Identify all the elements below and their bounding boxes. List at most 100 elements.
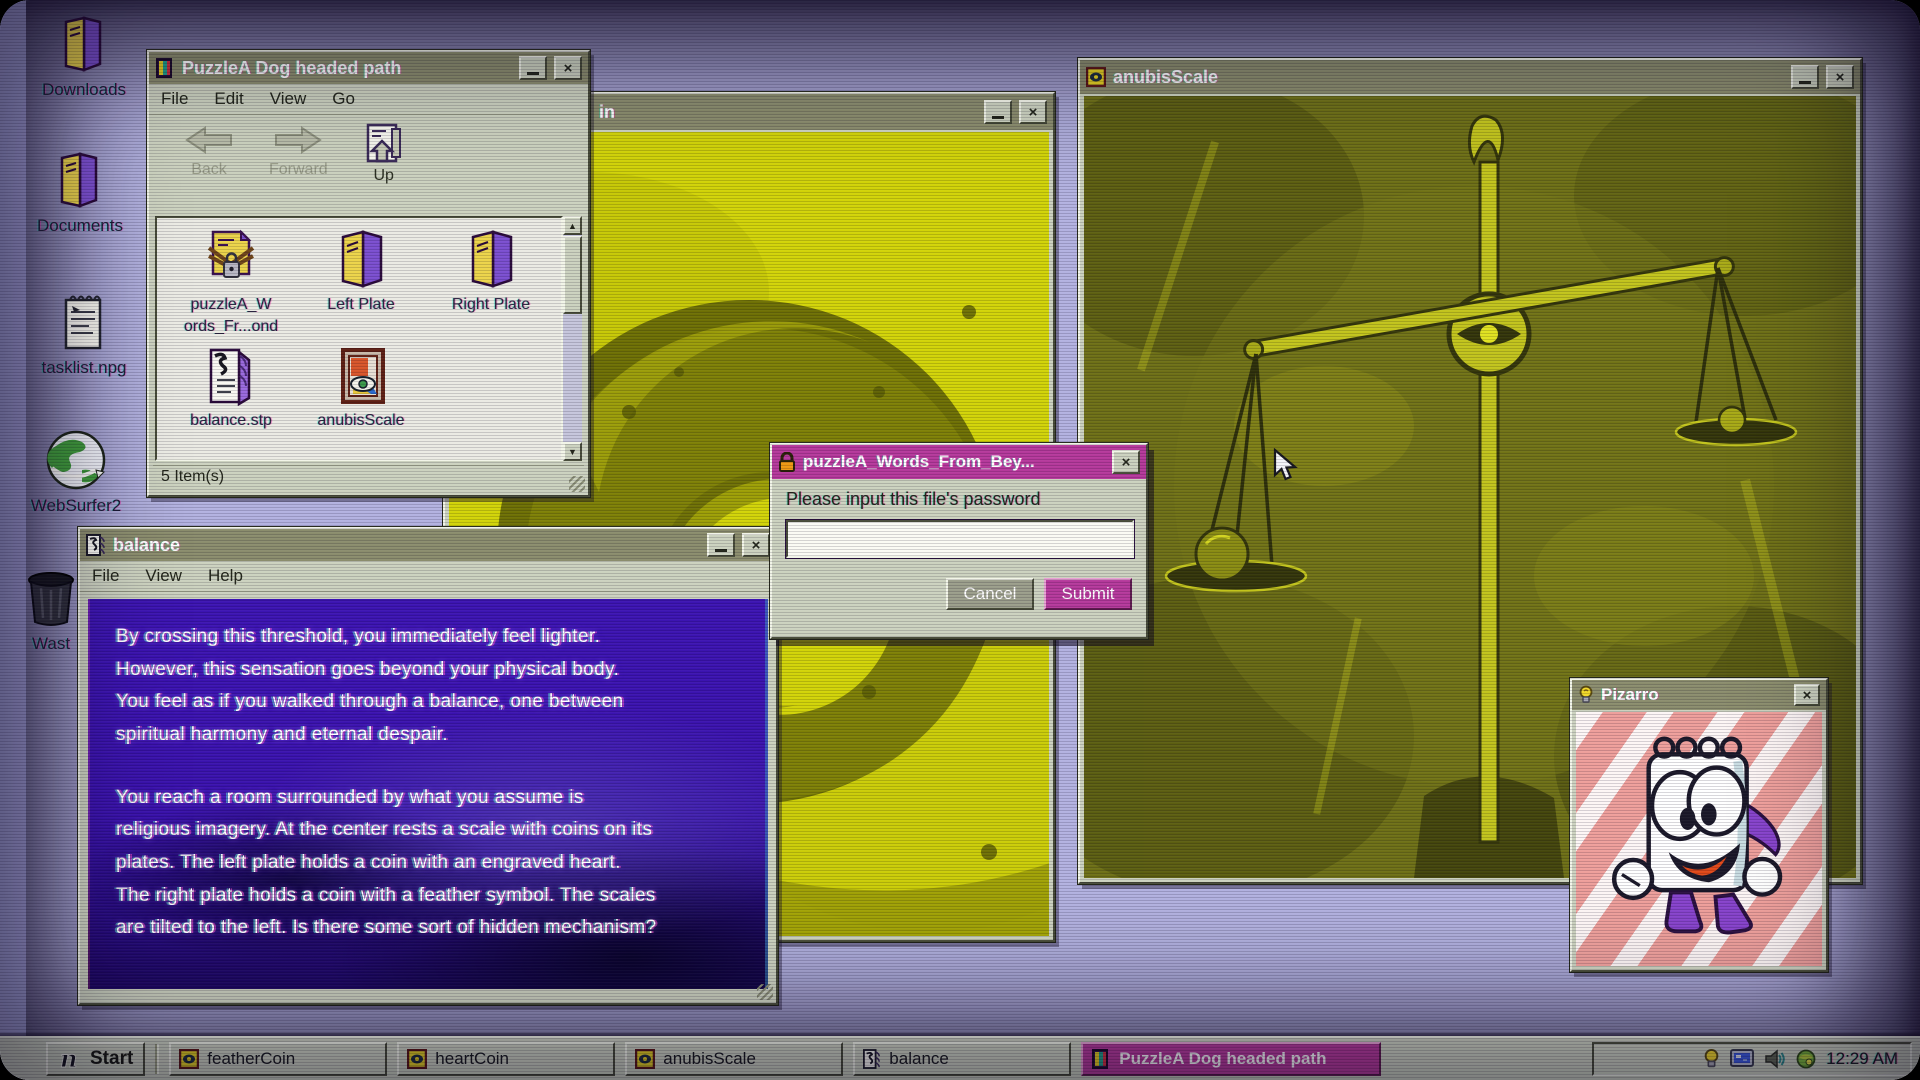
- back-label: Back: [191, 161, 227, 179]
- file-left-plate[interactable]: Left Plate: [299, 228, 423, 316]
- close-button[interactable]: ×: [1112, 450, 1140, 474]
- folder-icon: [22, 150, 138, 212]
- padlock-icon: [778, 452, 796, 472]
- menu-help[interactable]: Help: [208, 566, 243, 586]
- task-label: anubisScale: [663, 1049, 756, 1069]
- forward-label: Forward: [269, 161, 328, 179]
- coin-eye-icon: [635, 1049, 655, 1069]
- pizarro-title: Pizarro: [1601, 685, 1787, 705]
- menu-view[interactable]: View: [145, 566, 182, 586]
- scroll-down-button[interactable]: ▼: [563, 442, 582, 461]
- anubis-window-title: anubisScale: [1113, 67, 1784, 88]
- close-button[interactable]: ×: [1794, 684, 1820, 706]
- explorer-toolbar: Back Forward Up: [149, 115, 588, 191]
- menu-file[interactable]: File: [161, 89, 188, 109]
- pizarro-window: Pizarro ×: [1570, 678, 1828, 972]
- forward-button[interactable]: Forward: [269, 123, 328, 179]
- menu-edit[interactable]: Edit: [214, 89, 243, 109]
- desktop-icon-label: tasklist.npg: [26, 358, 142, 378]
- up-icon: [362, 123, 406, 163]
- minimize-button[interactable]: [1791, 65, 1819, 89]
- lightbulb-icon: [1578, 685, 1594, 705]
- scroll-up-button[interactable]: ▲: [563, 216, 582, 235]
- task-feathercoin[interactable]: featherCoin: [169, 1042, 387, 1076]
- desktop-icon-websurfer2[interactable]: WebSurfer2: [18, 428, 134, 516]
- close-button[interactable]: ×: [1019, 100, 1047, 124]
- minimize-button[interactable]: [519, 56, 547, 80]
- eye-icon: [1086, 67, 1106, 87]
- file-anubisscale[interactable]: anubisScale: [299, 346, 423, 432]
- taskbar: n Start featherCoin heartCoin anubisScal…: [0, 1036, 1920, 1080]
- pizarro-titlebar[interactable]: Pizarro ×: [1572, 680, 1826, 710]
- door-icon: [155, 58, 175, 78]
- task-puzzlea-active[interactable]: PuzzleA Dog headed path: [1081, 1042, 1381, 1076]
- task-heartcoin[interactable]: heartCoin: [397, 1042, 615, 1076]
- s-document-icon: [169, 346, 293, 406]
- menu-go[interactable]: Go: [332, 89, 355, 109]
- task-balance[interactable]: balance: [853, 1042, 1071, 1076]
- start-button[interactable]: n Start: [46, 1042, 145, 1076]
- folder-icon: [26, 14, 142, 76]
- task-label: PuzzleA Dog headed path: [1119, 1049, 1326, 1069]
- task-label: featherCoin: [207, 1049, 295, 1069]
- explorer-scrollbar[interactable]: ▲ ▼: [563, 216, 582, 461]
- close-button[interactable]: ×: [742, 533, 770, 557]
- file-label: puzzleA_W ords_Fr...ond: [169, 294, 293, 337]
- folder-icon: [299, 228, 423, 290]
- file-balance-stp[interactable]: balance.stp: [169, 346, 293, 432]
- mouse-cursor: [1272, 448, 1302, 482]
- explorer-menubar: File Edit View Go: [149, 84, 588, 115]
- up-button[interactable]: Up: [362, 123, 406, 185]
- explorer-titlebar[interactable]: PuzzleA Dog headed path ×: [149, 52, 588, 84]
- file-label: Left Plate: [299, 294, 423, 316]
- file-label: balance.stp: [169, 410, 293, 432]
- menu-view[interactable]: View: [270, 89, 307, 109]
- desktop-icon-downloads[interactable]: Downloads: [26, 14, 142, 100]
- submit-button[interactable]: Submit: [1044, 578, 1132, 610]
- up-label: Up: [373, 167, 393, 185]
- locked-file-icon: [169, 228, 293, 290]
- explorer-statusbar: 5 Item(s): [153, 465, 584, 491]
- cancel-button[interactable]: Cancel: [946, 578, 1034, 610]
- close-button[interactable]: ×: [554, 56, 582, 80]
- password-input[interactable]: [786, 520, 1134, 558]
- globe-clock-icon[interactable]: [1796, 1049, 1816, 1069]
- file-label: anubisScale: [299, 410, 423, 432]
- resize-grip[interactable]: [757, 984, 773, 1000]
- password-dialog-titlebar[interactable]: puzzleA_Words_From_Bey... ×: [772, 445, 1146, 479]
- anubis-window-titlebar[interactable]: anubisScale ×: [1080, 60, 1860, 94]
- scroll-thumb[interactable]: [563, 236, 582, 314]
- balance-titlebar[interactable]: balance ×: [80, 529, 776, 561]
- desktop-icon-label: Documents: [22, 216, 138, 236]
- svg-text:n: n: [60, 1046, 77, 1072]
- speaker-icon[interactable]: [1764, 1049, 1786, 1069]
- back-button[interactable]: Back: [183, 123, 235, 179]
- notepad-icon: [26, 290, 142, 354]
- minimize-button[interactable]: [707, 533, 735, 557]
- display-icon[interactable]: [1730, 1049, 1754, 1069]
- story-paragraph-2: You reach a room surrounded by what you …: [116, 782, 739, 945]
- minimize-button[interactable]: [984, 100, 1012, 124]
- lightbulb-icon[interactable]: [1703, 1048, 1720, 1070]
- coin-eye-icon: [407, 1049, 427, 1069]
- desktop-icon-tasklist[interactable]: tasklist.npg: [26, 290, 142, 378]
- password-prompt: Please input this file's password: [786, 489, 1132, 510]
- forward-arrow-icon: [272, 123, 324, 157]
- menu-file[interactable]: File: [92, 566, 119, 586]
- back-arrow-icon: [183, 123, 235, 157]
- s-document-icon: [863, 1049, 881, 1069]
- start-logo-icon: n: [58, 1046, 84, 1072]
- resize-grip[interactable]: [569, 476, 585, 492]
- desktop-icon-wastebasket[interactable]: Wast: [16, 566, 86, 654]
- desktop-icon-documents[interactable]: Documents: [22, 150, 138, 236]
- task-anubisscale[interactable]: anubisScale: [625, 1042, 843, 1076]
- task-label: balance: [889, 1049, 949, 1069]
- dialog-buttons: Cancel Submit: [786, 578, 1132, 610]
- file-puzzlea-words[interactable]: puzzleA_W ords_Fr...ond: [169, 228, 293, 337]
- file-right-plate[interactable]: Right Plate: [429, 228, 553, 316]
- clock: 12:29 AM: [1826, 1049, 1898, 1069]
- close-button[interactable]: ×: [1826, 65, 1854, 89]
- start-label: Start: [90, 1048, 133, 1070]
- explorer-title: PuzzleA Dog headed path: [182, 58, 512, 79]
- file-label: Right Plate: [429, 294, 553, 316]
